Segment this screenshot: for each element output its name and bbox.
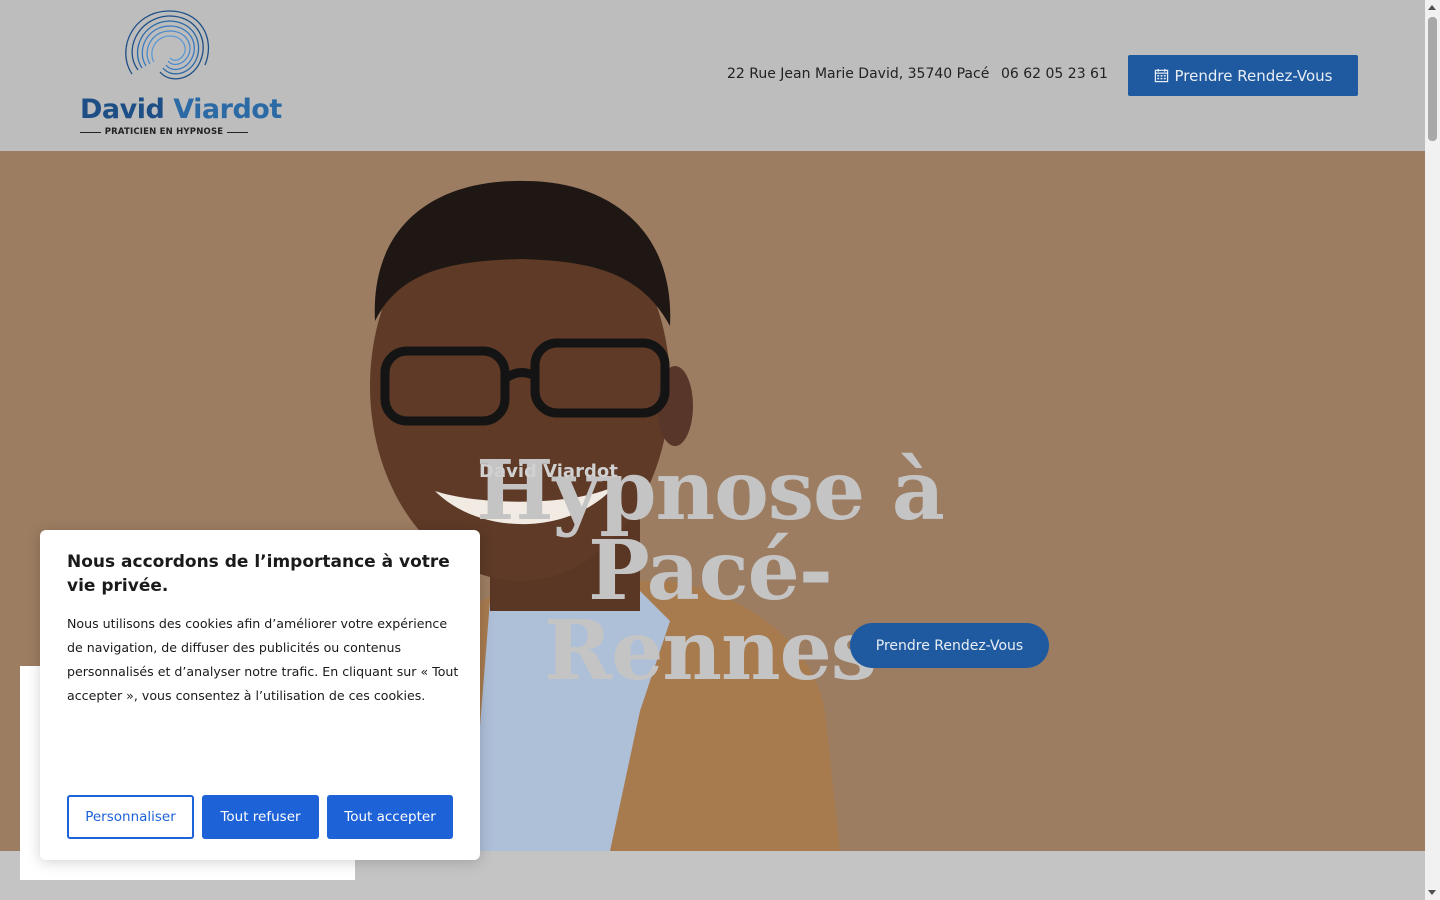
logo-divider-right [227,131,248,133]
cookie-consent-dialog: Nous accordons de l’importance à votre v… [40,530,480,860]
header-appointment-button[interactable]: Prendre Rendez-Vous [1128,55,1358,96]
header-phone[interactable]: 06 62 05 23 61 [1001,66,1108,82]
scrollbar-thumb[interactable] [1428,17,1437,141]
logo-tagline-row: PRATICIEN EN HYPNOSE [80,127,248,137]
calendar-icon [1154,68,1168,83]
scroll-down-arrow-icon[interactable] [1428,890,1436,895]
cookie-description: Nous utilisons des cookies afin d’amélio… [67,616,459,703]
cookie-title: Nous accordons de l’importance à votre v… [67,552,450,596]
header-address[interactable]: 22 Rue Jean Marie David, 35740 Pacé [727,66,989,82]
logo-name: David Viardot [80,94,282,125]
cookie-refuse-button[interactable]: Tout refuser [202,795,319,839]
hero-subtitle: David Viardot [479,461,618,482]
logo-divider-left [80,131,101,133]
cookie-accept-button[interactable]: Tout accepter [327,795,453,839]
scroll-up-arrow-icon[interactable] [1428,5,1436,10]
hero-appointment-button[interactable]: Prendre Rendez-Vous [850,623,1049,668]
page-scrollbar[interactable] [1425,0,1440,900]
cookie-customize-button[interactable]: Personnaliser [67,795,194,839]
logo-swirl-icon [125,10,210,80]
logo-tagline: PRATICIEN EN HYPNOSE [104,127,224,137]
logo[interactable]: David Viardot PRATICIEN EN HYPNOSE [78,10,282,140]
header-appointment-label: Prendre Rendez-Vous [1174,66,1333,85]
site-header: David Viardot PRATICIEN EN HYPNOSE 22 Ru… [0,0,1425,151]
